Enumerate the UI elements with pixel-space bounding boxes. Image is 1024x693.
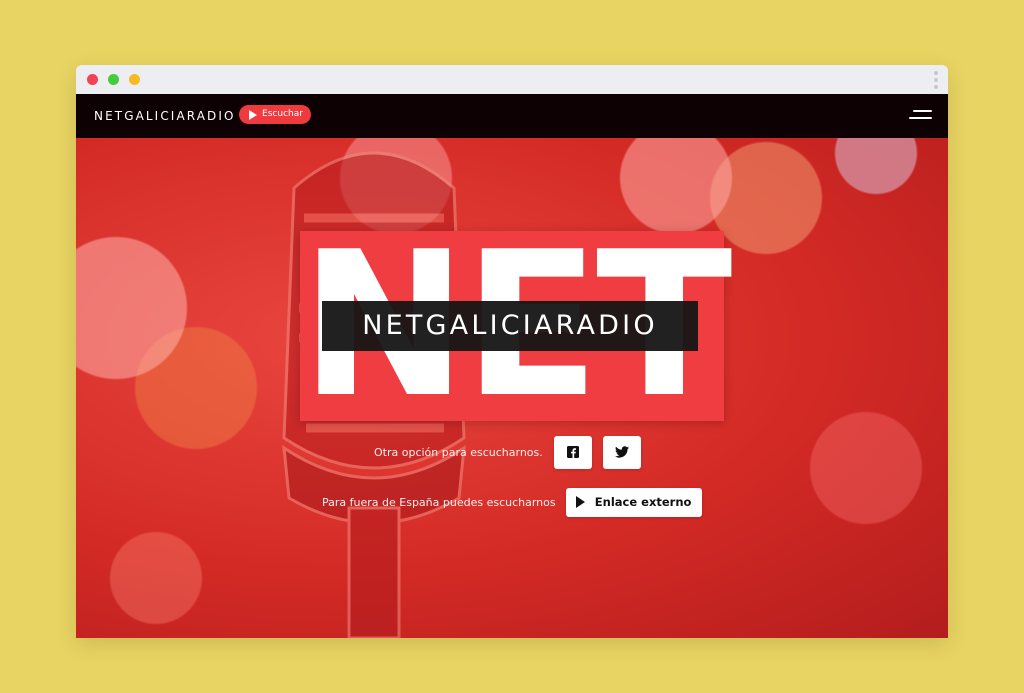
close-window-button[interactable] <box>87 74 98 85</box>
outside-spain-text: Para fuera de España puedes escucharnos <box>322 495 556 509</box>
social-row: Otra opción para escucharnos. <box>374 434 641 470</box>
twitter-button[interactable] <box>602 435 641 469</box>
external-link-button[interactable]: Enlace externo <box>565 487 702 517</box>
browser-window: NETGALICIARADIO Escuchar NET NETGALICIAR… <box>76 65 948 638</box>
browser-menu-icon[interactable] <box>934 71 938 89</box>
minimize-window-button[interactable] <box>129 74 140 85</box>
menu-icon[interactable] <box>909 110 932 120</box>
facebook-button[interactable] <box>553 435 592 469</box>
hero-section: NET NETGALICIARADIO Otra opción para esc… <box>76 138 948 638</box>
site-brand[interactable]: NETGALICIARADIO <box>94 94 236 138</box>
listen-button[interactable]: Escuchar <box>239 105 311 124</box>
listen-button-label: Escuchar <box>262 109 303 119</box>
play-icon <box>575 496 585 508</box>
twitter-icon <box>614 446 629 458</box>
station-logo: NET NETGALICIARADIO <box>300 226 732 426</box>
logo-subtitle: NETGALICIARADIO <box>362 310 658 341</box>
external-link-label: Enlace externo <box>594 495 692 509</box>
alt-listen-text: Otra opción para escucharnos. <box>374 445 543 459</box>
window-chrome <box>76 65 948 95</box>
facebook-icon <box>566 446 579 458</box>
maximize-window-button[interactable] <box>108 74 119 85</box>
site-navbar: NETGALICIARADIO Escuchar <box>76 94 948 138</box>
play-icon <box>249 109 258 120</box>
external-listen-row: Para fuera de España puedes escucharnos … <box>322 487 702 517</box>
